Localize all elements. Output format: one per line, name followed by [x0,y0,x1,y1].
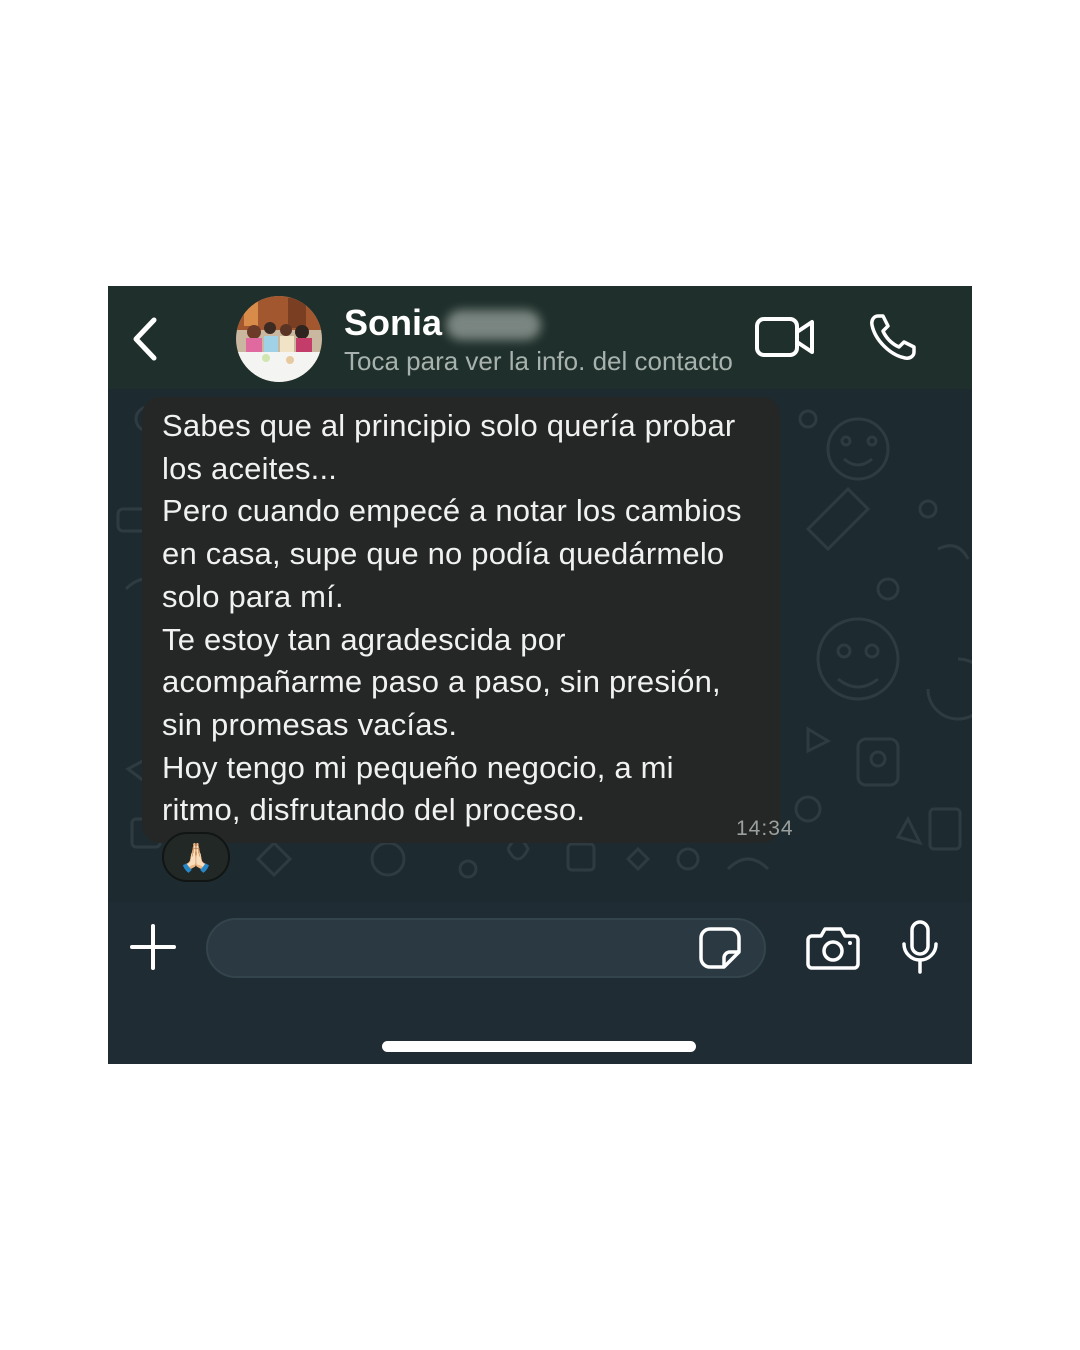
redacted-surname [446,310,541,340]
message-line: solo para mí. [162,578,344,614]
message-line: Te estoy tan agradescida por [162,621,566,657]
message-line: acompañarme paso a paso, sin presión, [162,664,721,700]
message-line: ritmo, disfrutando del proceso. [162,792,586,828]
message-reaction[interactable]: 🙏🏻 [162,832,230,882]
contact-info-hint[interactable]: Toca para ver la info. del contacto [344,346,742,377]
chevron-left-icon [133,317,157,361]
back-button[interactable] [118,308,178,368]
camera-button[interactable] [806,926,860,970]
contact-name[interactable]: Sonia [344,302,442,344]
microphone-icon [902,920,938,974]
praying-hands-emoji: 🙏🏻 [178,841,214,873]
camera-icon [806,927,860,970]
home-indicator[interactable] [382,1041,696,1052]
sticker-button[interactable] [698,926,742,970]
voice-call-button[interactable] [868,312,918,362]
sticker-icon [699,927,741,969]
video-call-button[interactable] [754,314,816,360]
chat-screen: Sonia Toca para ver la info. del contact… [108,286,972,1064]
contact-avatar[interactable] [236,296,322,382]
voice-message-button[interactable] [900,920,940,976]
plus-icon [130,924,176,970]
message-line: Hoy tengo mi pequeño negocio, a mi [162,749,674,785]
chat-header: Sonia Toca para ver la info. del contact… [108,286,972,389]
attach-button[interactable] [128,922,178,972]
message-text: Sabes que al principio solo quería proba… [162,405,782,832]
message-input[interactable] [206,918,766,978]
message-line: los aceites... [162,450,338,486]
message-line: Sabes que al principio solo quería proba… [162,408,736,443]
message-line: en casa, supe que no podía quedármelo [162,536,725,572]
composer-bar [108,902,972,1064]
video-camera-icon [755,317,814,357]
phone-icon [870,314,916,360]
chat-area[interactable]: 14:34 Sabes que al principio solo quería… [108,389,972,902]
message-line: Pero cuando empecé a notar los cambios [162,493,742,529]
message-line: sin promesas vacías. [162,706,458,742]
